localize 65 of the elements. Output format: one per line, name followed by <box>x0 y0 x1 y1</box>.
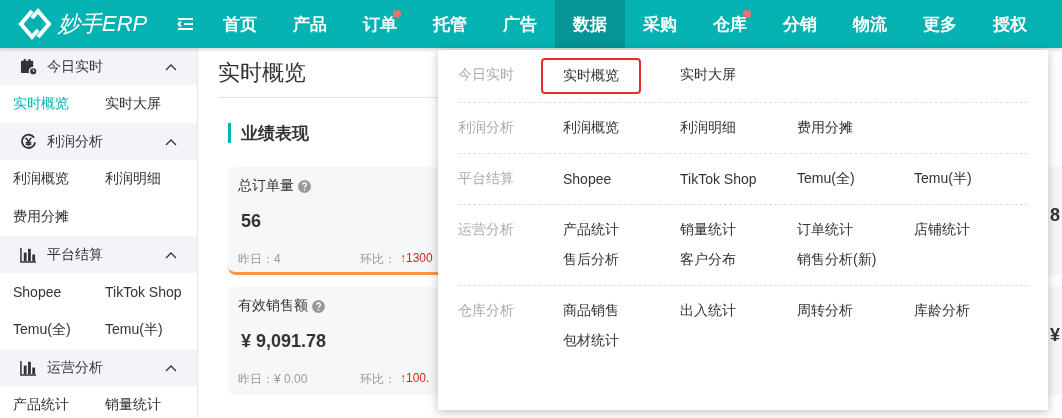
sidebar-item[interactable]: Temu(半) <box>105 311 205 349</box>
section-title: 利润分析 <box>47 132 104 151</box>
metric-value: 8 <box>1050 205 1060 225</box>
menu-icon[interactable] <box>177 17 193 31</box>
menu-item[interactable]: 产品统计 <box>563 215 619 245</box>
logo-icon <box>18 7 52 41</box>
ratio-label: 环比： <box>360 371 396 388</box>
group-label: 仓库分析 <box>458 301 515 320</box>
menu-item[interactable]: 订单统计 <box>797 215 853 245</box>
bar-chart-icon <box>20 359 37 376</box>
sidebar-item[interactable]: TikTok Shop <box>105 273 205 311</box>
yesterday-value: 昨日：¥ 0.00 <box>238 371 309 388</box>
section-title: 运营分析 <box>47 358 104 377</box>
menu-item[interactable]: Shopee <box>563 164 612 194</box>
sidebar-item[interactable]: 利润明细 <box>105 160 205 198</box>
nav-tab[interactable]: 数据 <box>555 0 625 48</box>
ratio-label: 环比： <box>360 251 396 268</box>
calendar-clock-icon <box>20 58 37 75</box>
sidebar-item[interactable]: 产品统计 <box>13 386 105 418</box>
menu-item[interactable]: 客户分布 <box>680 245 736 275</box>
sidebar-section-header[interactable]: 运营分析 <box>0 349 197 386</box>
menu-item[interactable]: 售后分析 <box>563 245 619 275</box>
help-icon[interactable] <box>298 179 311 193</box>
menu-item[interactable]: 周转分析 <box>797 296 853 326</box>
yesterday-value: 昨日：4 <box>238 251 282 268</box>
menu-item[interactable]: 销量统计 <box>680 215 736 245</box>
section-title: 平台结算 <box>47 245 104 264</box>
sidebar-item[interactable]: 销量统计 <box>105 386 205 418</box>
menu-item[interactable]: 实时大屏 <box>680 60 736 90</box>
sidebar-section-header[interactable]: 今日实时 <box>0 48 197 85</box>
chevron-icon[interactable] <box>165 363 177 372</box>
brand-name: 妙手ERP <box>58 10 148 38</box>
sidebar-section-header[interactable]: 平台结算 <box>0 236 197 273</box>
sidebar-item[interactable]: 实时大屏 <box>105 85 205 123</box>
metric-title: 有效销售额 <box>238 297 308 315</box>
menu-item[interactable]: 库龄分析 <box>914 296 970 326</box>
menu-item[interactable]: 商品销售 <box>563 296 619 326</box>
ratio-value: ↑1300 <box>400 251 433 267</box>
help-icon[interactable] <box>312 299 325 313</box>
menu-item[interactable]: 实时概览 <box>543 60 639 92</box>
menu-item[interactable]: TikTok Shop <box>680 164 757 194</box>
sidebar-item[interactable]: 费用分摊 <box>13 198 105 236</box>
sidebar-section-header[interactable]: 利润分析 <box>0 123 197 160</box>
menu-item[interactable]: 包材统计 <box>563 326 619 356</box>
bar-chart-icon <box>20 246 37 263</box>
group-label: 运营分析 <box>458 220 515 239</box>
section-title: 今日实时 <box>47 57 104 76</box>
metric-title: 总订单量 <box>238 177 294 195</box>
sidebar-item[interactable]: Temu(全) <box>13 311 105 349</box>
sidebar-item[interactable]: 利润概览 <box>13 160 105 198</box>
menu-item[interactable]: 店铺统计 <box>914 215 970 245</box>
metric-value: ¥ <box>1050 325 1060 345</box>
chevron-icon[interactable] <box>165 250 177 259</box>
sidebar-item[interactable]: Shopee <box>13 273 105 311</box>
metric-value: ¥ 9,091.78 <box>241 331 328 353</box>
chevron-icon[interactable] <box>165 137 177 146</box>
menu-item[interactable]: 销售分析(新) <box>797 245 877 275</box>
menu-item[interactable]: 出入统计 <box>680 296 736 326</box>
yen-circle-icon <box>20 133 37 150</box>
menu-item[interactable]: Temu(全) <box>797 164 855 194</box>
metric-value: 56 <box>241 211 263 233</box>
menu-item[interactable]: Temu(半) <box>914 164 972 194</box>
ratio-value: ↑100. <box>400 371 430 387</box>
chevron-icon[interactable] <box>165 62 177 71</box>
group-label: 平台结算 <box>458 169 515 188</box>
